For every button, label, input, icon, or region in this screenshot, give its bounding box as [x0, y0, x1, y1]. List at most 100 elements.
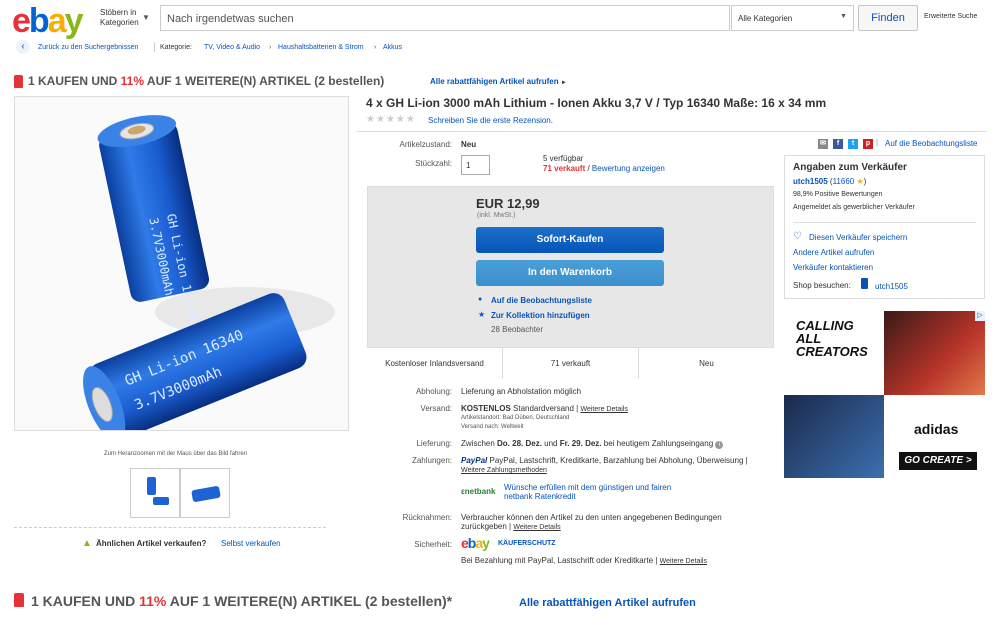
star-icon: ★: [478, 310, 486, 319]
thumbnail[interactable]: [130, 468, 180, 518]
ad-portrait: [784, 395, 884, 478]
back-arrow-icon[interactable]: ‹: [16, 40, 30, 54]
tax-note: (inkl. MwSt.): [477, 212, 516, 219]
sell-yourself-link[interactable]: Selbst verkaufen: [221, 539, 281, 548]
breadcrumb-item[interactable]: Akkus: [383, 44, 402, 51]
promo-link[interactable]: Alle rabattfähigen Artikel aufrufen: [519, 597, 696, 609]
shipping-summary: Kostenloser Inlandsversand: [367, 348, 503, 379]
breadcrumb-item[interactable]: Haushaltsbatterien & Strom: [278, 44, 364, 51]
returns-value: Verbraucher können den Artikel zu den un…: [461, 513, 722, 531]
save-seller-link[interactable]: Diesen Verkäufer speichern: [809, 233, 907, 242]
ratings-link[interactable]: Bewertung anzeigen: [592, 164, 665, 173]
ad-portrait: [884, 311, 985, 395]
security-details-link[interactable]: Weitere Details: [660, 558, 707, 565]
ad-headline: CALLING ALL CREATORS: [796, 318, 868, 359]
divider: [14, 527, 326, 528]
heart-icon: ♡: [793, 231, 802, 242]
breadcrumb-item[interactable]: TV, Video & Audio: [204, 44, 260, 51]
watchlist-link[interactable]: Auf die Beobachtungsliste: [885, 139, 978, 148]
payment-methods: PayPal PayPal, Lastschrift, Kreditkarte,…: [461, 456, 748, 465]
pickup-value: Lieferung an Abholstation möglich: [461, 387, 582, 396]
other-items-link[interactable]: Andere Artikel aufrufen: [793, 248, 874, 257]
promo-banner: 1 KAUFEN UND 11% AUF 1 WEITERE(N) ARTIKE…: [31, 593, 453, 609]
write-review-link[interactable]: Schreiben Sie die erste Rezension.: [428, 116, 553, 125]
price-tag-icon: [14, 75, 23, 88]
quantity-label: Stückzahl:: [415, 159, 452, 168]
info-icon[interactable]: i: [715, 441, 724, 449]
chevron-down-icon: ▼: [840, 13, 847, 20]
divider: [154, 42, 155, 52]
divider: [793, 222, 976, 223]
ships-to: Versand nach: Weltweit: [461, 424, 524, 430]
delivery-value: Zwischen Do. 28. Dez. und Fr. 29. Dez. b…: [461, 439, 724, 449]
chevron-right-icon: ›: [269, 44, 272, 51]
ebay-logo: ebay: [461, 535, 490, 551]
shipping-value: KOSTENLOS Standardversand | Weitere Deta…: [461, 404, 628, 413]
netbank-link[interactable]: Wünsche erfüllen mit dem günstigen und f…: [504, 483, 694, 501]
heart-icon[interactable]: |: [876, 138, 878, 147]
search-input[interactable]: Nach irgendetwas suchen: [160, 5, 730, 31]
twitter-icon[interactable]: t: [848, 139, 858, 149]
product-image[interactable]: GH Li-ion 16340 3.7V3000mAh GH Li-ion 16…: [14, 96, 349, 431]
back-to-results-link[interactable]: Zurück zu den Suchergebnissen: [38, 44, 138, 51]
watchers-count: 28 Beobachter: [491, 325, 544, 334]
chevron-down-icon[interactable]: ▼: [142, 13, 150, 22]
seller-name-link[interactable]: utch1505: [793, 177, 828, 186]
buy-now-button[interactable]: Sofort-Kaufen: [476, 227, 664, 253]
email-icon[interactable]: ✉: [818, 139, 828, 149]
seller-score-link[interactable]: 11660: [833, 177, 855, 186]
contact-seller-link[interactable]: Verkäufer kontaktieren: [793, 263, 873, 272]
buyer-protection-label: KÄUFERSCHUTZ: [498, 540, 556, 547]
shipping-details-link[interactable]: Weitere Details: [580, 406, 627, 413]
battery-photo: GH Li-ion 16340 3.7V3000mAh GH Li-ion 16…: [83, 115, 335, 430]
ad-choices-icon[interactable]: ▷: [975, 311, 985, 321]
seller-name-row: utch1505 (11660 ★): [793, 177, 867, 186]
store-icon: [861, 278, 868, 289]
thumbnail[interactable]: [180, 468, 230, 518]
seller-registered: Angemeldet als gewerblicher Verkäufer: [793, 204, 915, 211]
pickup-label: Abholung:: [415, 387, 452, 396]
ad-cta-button[interactable]: GO CREATE >: [899, 452, 977, 470]
buy-box-footer: Kostenloser Inlandsversand 71 verkauft N…: [367, 347, 774, 379]
promo-banner: 1 KAUFEN UND 11% AUF 1 WEITERE(N) ARTIKE…: [28, 74, 385, 88]
add-to-collection-button[interactable]: Zur Kollektion hinzufügen: [491, 311, 590, 320]
sold-summary: 71 verkauft: [503, 348, 639, 379]
price: EUR 12,99: [476, 196, 540, 211]
item-title: 4 x GH Li-ion 3000 mAh Lithium - Ionen A…: [366, 96, 827, 110]
facebook-icon[interactable]: f: [833, 139, 843, 149]
divider: [356, 131, 986, 132]
quantity-input[interactable]: 1: [461, 155, 490, 175]
condition-value: Neu: [461, 140, 477, 149]
more-payment-link[interactable]: Weitere Zahlungsmethoden: [461, 467, 547, 474]
netbank-logo: εnetbank: [461, 487, 496, 496]
add-to-cart-button[interactable]: In den Warenkorb: [476, 260, 664, 286]
category-select[interactable]: Alle Kategorien: [731, 5, 854, 31]
payment-label: Zahlungen:: [411, 456, 452, 465]
advanced-search-link[interactable]: Erweiterte Suche: [924, 13, 977, 20]
returns-details-link[interactable]: Weitere Details: [513, 524, 560, 531]
security-label: Sicherheit:: [414, 540, 452, 549]
condition-label: Artikelzustand:: [399, 140, 452, 149]
pinterest-icon[interactable]: p: [863, 139, 873, 149]
sold-info: 71 verkauft / Bewertung anzeigen: [543, 164, 665, 173]
eye-icon: ●: [478, 296, 483, 303]
shipping-label: Versand:: [420, 404, 452, 413]
promo-link[interactable]: Alle rabattfähigen Artikel aufrufen ►: [430, 77, 567, 86]
item-location: Artikelstandort: Bad Düben, Deutschland: [461, 415, 570, 421]
star-icon: ★: [856, 177, 864, 186]
ebay-logo[interactable]: ebay: [12, 2, 84, 41]
available-count: 5 verfügbar: [543, 154, 584, 163]
shop-link[interactable]: utch1505: [875, 282, 908, 291]
chevron-right-icon: ›: [374, 44, 377, 51]
watch-button[interactable]: Auf die Beobachtungsliste: [491, 296, 592, 305]
seller-heading: Angaben zum Verkäufer: [793, 162, 907, 173]
returns-label: Rücknahmen:: [402, 513, 452, 522]
condition-summary: Neu: [699, 359, 714, 368]
search-button[interactable]: Finden: [858, 5, 918, 31]
tag-icon: ▲: [82, 538, 92, 549]
browse-categories[interactable]: Stöbern in Kategorien: [100, 8, 140, 28]
sell-similar-label: Ähnlichen Artikel verkaufen?: [96, 539, 207, 548]
price-tag-icon: [14, 593, 24, 607]
advertisement[interactable]: CALLING ALL CREATORS adidas GO CREATE > …: [784, 311, 985, 478]
category-label: Kategorie:: [160, 44, 192, 51]
